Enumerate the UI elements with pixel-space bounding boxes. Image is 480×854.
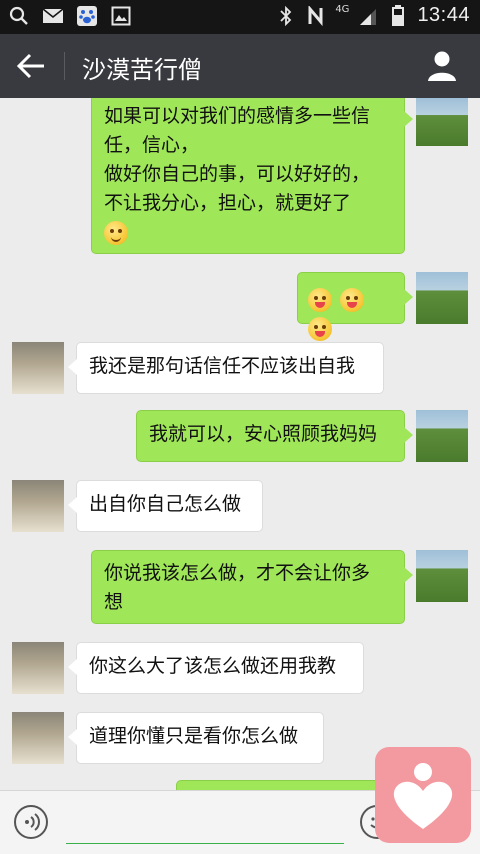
bluetooth-icon bbox=[275, 5, 297, 27]
image-icon bbox=[110, 5, 132, 27]
network-type: 4G bbox=[335, 4, 350, 15]
status-bar: 4G 13:44 bbox=[0, 0, 480, 34]
voice-button[interactable] bbox=[14, 805, 48, 839]
search-icon bbox=[8, 5, 30, 27]
message-bubble-received[interactable]: 道理你懂只是看你怎么做 bbox=[68, 712, 324, 764]
avatar-contact[interactable] bbox=[12, 480, 64, 532]
message-bubble-received[interactable]: 你这么大了该怎么做还用我教 bbox=[68, 642, 364, 694]
avatar-self[interactable] bbox=[416, 272, 468, 324]
message-text: 做好你自己的事，可以好好的， bbox=[104, 163, 371, 185]
avatar-self[interactable] bbox=[416, 98, 468, 146]
page-title: 沙漠苦行僧 bbox=[82, 56, 202, 84]
avatar-self[interactable] bbox=[416, 550, 468, 602]
profile-button[interactable] bbox=[424, 48, 460, 84]
heart-icon bbox=[393, 763, 453, 829]
avatar-contact[interactable] bbox=[12, 642, 64, 694]
paw-icon bbox=[76, 5, 98, 27]
avatar-self[interactable] bbox=[416, 410, 468, 462]
message-bubble-sent[interactable] bbox=[297, 272, 413, 341]
message-text: 不让我分心，担心，就更好了 bbox=[104, 192, 352, 214]
message-text: 我就可以，安心照顾我妈妈 bbox=[149, 423, 378, 445]
message-text: 道理你懂只是看你怎么做 bbox=[89, 725, 299, 747]
tongue-wink-emoji-icon bbox=[308, 316, 332, 341]
battery-icon bbox=[387, 4, 409, 27]
arrow-left-icon bbox=[16, 53, 44, 79]
message-text: 你这么大了该怎么做还用我教 bbox=[89, 655, 337, 677]
floating-heart-app-button[interactable] bbox=[375, 747, 471, 843]
message-text: 你说我该怎么做，才不会让你多 bbox=[104, 562, 371, 584]
tongue-wink-emoji-icon bbox=[340, 287, 365, 312]
tongue-wink-emoji-icon bbox=[308, 287, 332, 312]
message-bubble-sent[interactable]: 如果可以对我们的感情多一些信 任，信心， 做好你自己的事，可以好好的， 不让我分… bbox=[91, 98, 413, 254]
message-text: 想 bbox=[104, 591, 124, 613]
smile-emoji-icon bbox=[104, 220, 128, 245]
message-list[interactable]: 如果可以对我们的感情多一些信 任，信心， 做好你自己的事，可以好好的， 不让我分… bbox=[0, 98, 480, 790]
back-button[interactable] bbox=[14, 50, 50, 82]
message-text: 出自你自己怎么做 bbox=[89, 493, 242, 515]
message-input[interactable] bbox=[66, 803, 344, 844]
message-bubble-sent[interactable]: 我就可以，安心照顾我妈妈 bbox=[136, 410, 413, 462]
message-bubble-sent[interactable] bbox=[176, 780, 405, 790]
n-icon bbox=[305, 5, 327, 27]
clock: 13:44 bbox=[417, 4, 470, 26]
avatar-contact[interactable] bbox=[12, 712, 64, 764]
message-bubble-sent[interactable]: 你说我该怎么做，才不会让你多 想 bbox=[91, 550, 413, 624]
message-text: 我还是那句话信任不应该出自我 bbox=[89, 355, 356, 377]
message-bubble-received[interactable]: 出自你自己怎么做 bbox=[68, 480, 263, 532]
chat-header: 沙漠苦行僧 bbox=[0, 34, 480, 98]
avatar-contact[interactable] bbox=[12, 342, 64, 394]
message-text: 如果可以对我们的感情多一些信 bbox=[104, 105, 371, 127]
message-bubble-received[interactable]: 我还是那句话信任不应该出自我 bbox=[68, 342, 384, 394]
title-divider bbox=[64, 52, 65, 80]
voice-icon bbox=[25, 813, 40, 831]
signal-icon bbox=[357, 5, 379, 27]
message-text: 任，信心， bbox=[104, 134, 200, 156]
person-icon bbox=[428, 51, 456, 81]
mail-icon bbox=[42, 5, 64, 27]
